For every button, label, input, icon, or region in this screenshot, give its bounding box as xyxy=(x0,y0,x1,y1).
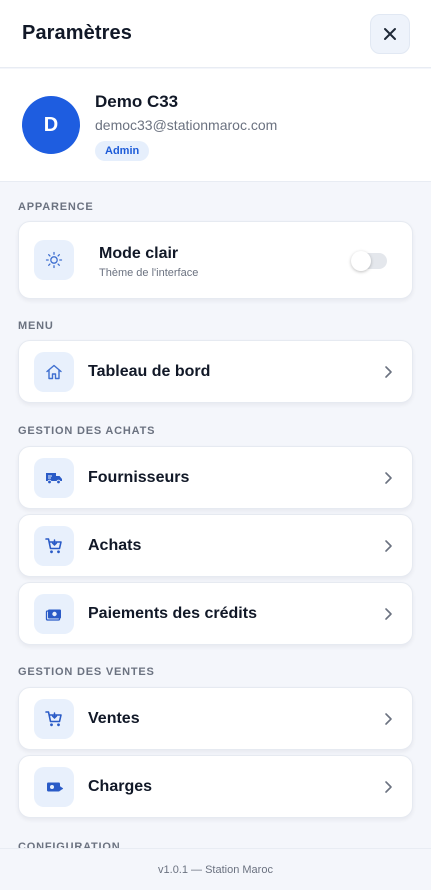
home-icon xyxy=(34,352,74,392)
chevron-right-icon xyxy=(385,713,392,725)
version-footer: v1.0.1 — Station Maroc xyxy=(0,848,431,890)
menu-item-charges[interactable]: Charges xyxy=(18,755,413,818)
menu-item-fournisseurs[interactable]: Fournisseurs xyxy=(18,446,413,509)
section-label-configuration: CONFIGURATION xyxy=(18,841,121,848)
menu-item-label: Paiements des crédits xyxy=(88,605,257,622)
profile-name: Demo C33 xyxy=(95,92,179,111)
chevron-right-icon xyxy=(385,781,392,793)
chevron-right-icon xyxy=(385,540,392,552)
toggle-knob xyxy=(351,251,371,271)
role-badge: Admin xyxy=(95,141,150,161)
menu-item-tableau-de-bord[interactable]: Tableau de bord xyxy=(18,340,413,403)
cart-icon xyxy=(34,526,74,566)
appearance-card: Mode clair Thème de l'interface xyxy=(18,221,413,299)
menu-item-paiements-des-credits[interactable]: Paiements des crédits xyxy=(18,582,413,645)
menu-item-label: Tableau de bord xyxy=(88,363,211,380)
sun-icon xyxy=(34,240,74,280)
close-button[interactable] xyxy=(370,13,410,54)
profile-section: D Demo C33 democ33@stationmaroc.com Admi… xyxy=(0,69,431,182)
avatar: D xyxy=(22,96,80,154)
section-label-menu: MENU xyxy=(18,320,54,332)
menu-item-label: Achats xyxy=(88,537,142,554)
menu-item-label: Charges xyxy=(88,778,153,795)
money-icon xyxy=(34,594,74,634)
menu-item-achats[interactable]: Achats xyxy=(18,514,413,577)
chevron-right-icon xyxy=(385,366,392,378)
payment-icon xyxy=(34,767,74,807)
profile-email: democ33@stationmaroc.com xyxy=(95,117,278,133)
chevron-right-icon xyxy=(385,472,392,484)
header: Paramètres xyxy=(0,0,431,68)
page-title: Paramètres xyxy=(22,22,132,44)
menu-item-label: Ventes xyxy=(88,710,140,727)
theme-toggle[interactable] xyxy=(351,251,387,271)
menu-item-ventes[interactable]: Ventes xyxy=(18,687,413,750)
cart-icon xyxy=(34,699,74,739)
section-label-purchases: GESTION DES ACHATS xyxy=(18,425,156,437)
mode-title: Mode clair xyxy=(99,245,179,262)
truck-icon xyxy=(34,458,74,498)
mode-subtitle: Thème de l'interface xyxy=(99,267,199,279)
chevron-right-icon xyxy=(385,608,392,620)
menu-item-label: Fournisseurs xyxy=(88,469,190,486)
section-label-sales: GESTION DES VENTES xyxy=(18,666,155,678)
section-label-appearance: APPARENCE xyxy=(18,201,94,213)
close-icon xyxy=(384,27,396,40)
